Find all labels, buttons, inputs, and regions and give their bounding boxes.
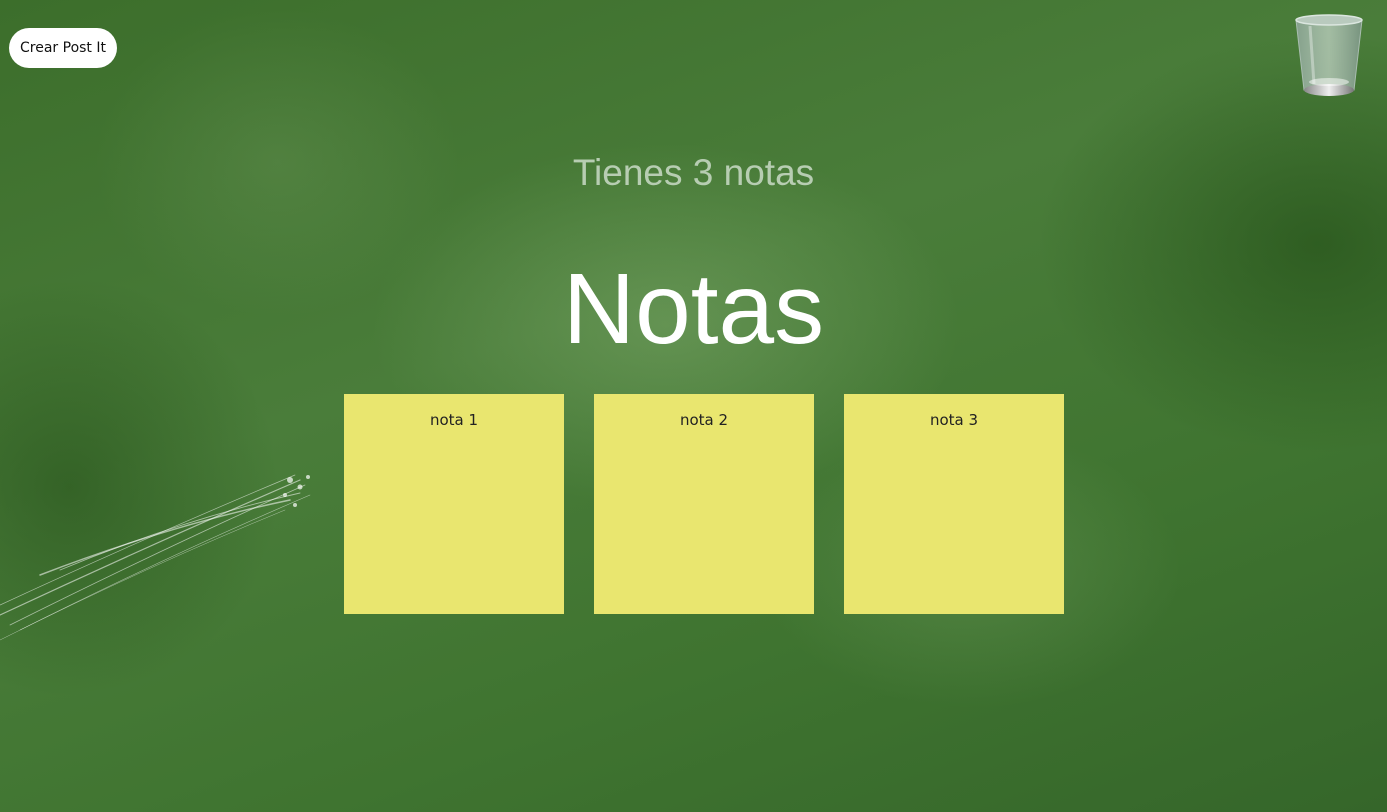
page-title: Notas	[562, 253, 825, 365]
chalk-streak-decoration	[0, 474, 311, 641]
post-it-note[interactable]: nota 2	[594, 394, 814, 614]
create-post-it-button[interactable]: Crear Post It	[9, 28, 117, 68]
trash-bin-icon[interactable]	[1292, 12, 1366, 100]
post-it-note[interactable]: nota 1	[344, 394, 564, 614]
notes-list: nota 1 nota 2 nota 3	[344, 394, 1064, 614]
post-it-note[interactable]: nota 3	[844, 394, 1064, 614]
notes-count-text: Tienes 3 notas	[572, 152, 815, 193]
